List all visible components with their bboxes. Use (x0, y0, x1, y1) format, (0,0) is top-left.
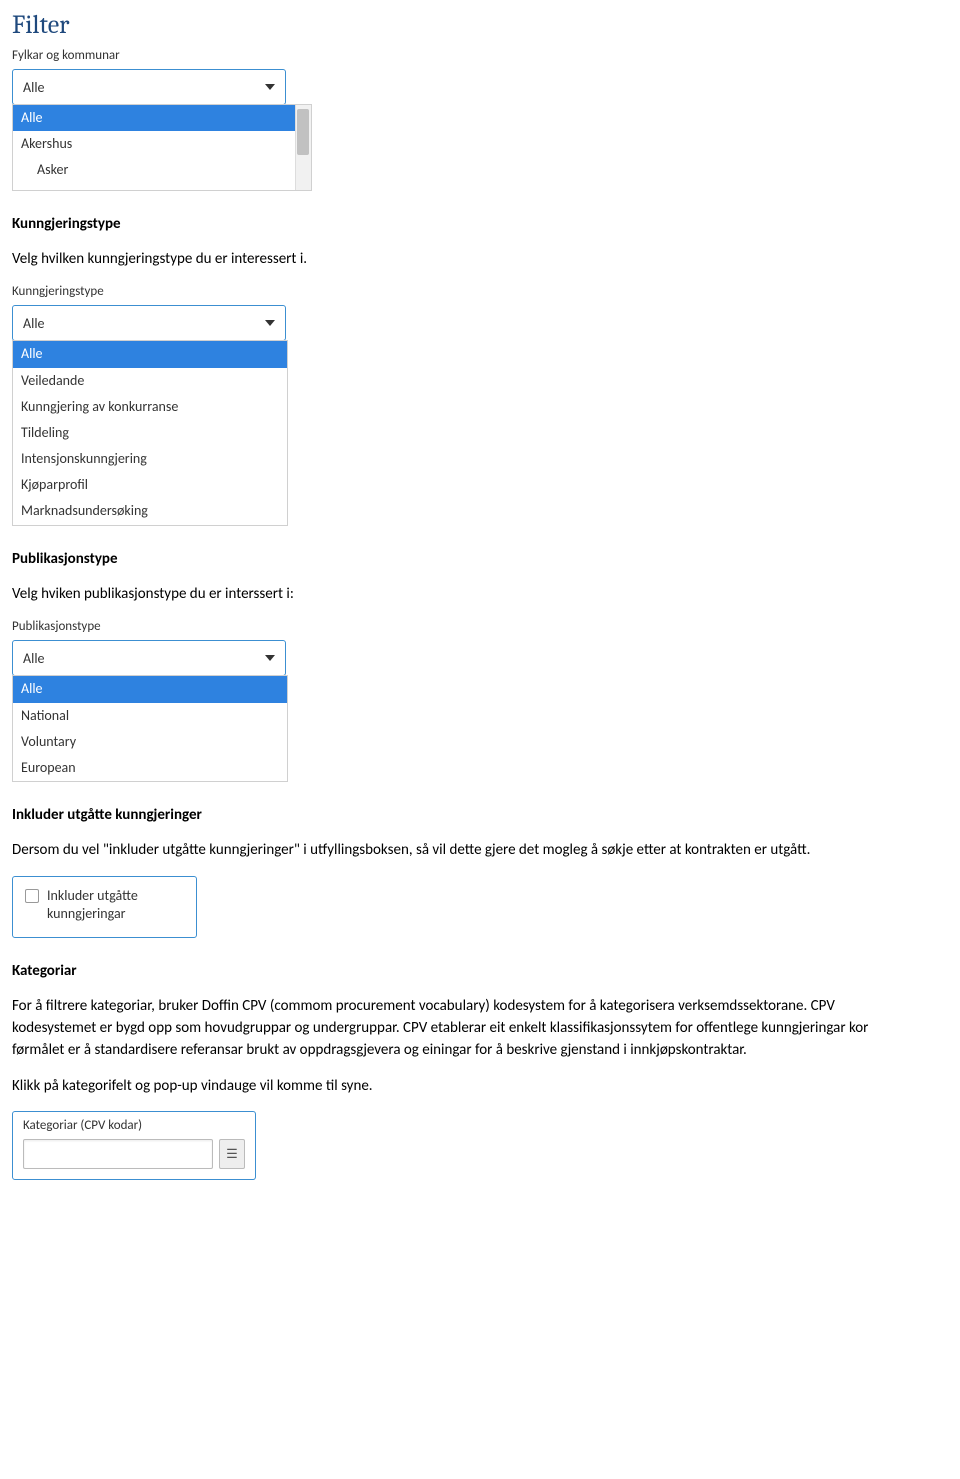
kunngjeringstype-option[interactable]: Marknadsundersøking (13, 498, 287, 524)
chevron-down-icon (265, 655, 275, 661)
filter-title: Filter (12, 10, 920, 40)
kategoriar-label: Kategoriar (CPV kodar) (23, 1118, 245, 1133)
kategoriar-p2: Klikk på kategorifelt og pop-up vindauge… (12, 1076, 920, 1098)
publikasjonstype-option[interactable]: European (13, 755, 287, 781)
scrollbar-track[interactable] (295, 105, 311, 190)
publikasjonstype-select-value: Alle (23, 650, 45, 667)
fylkar-dropdown[interactable]: Alle Akershus Asker (12, 104, 312, 191)
kunngjeringstype-option[interactable]: Tildeling (13, 420, 287, 446)
inkluder-heading: Inkluder utgåtte kunngjeringer (12, 806, 920, 824)
chevron-down-icon (265, 320, 275, 326)
kunngjeringstype-select[interactable]: Alle (12, 305, 286, 341)
fylkar-option[interactable]: Akershus (13, 131, 311, 157)
kunngjeringstype-option[interactable]: Veiledande (13, 368, 287, 394)
inkluder-intro: Dersom du vel "inkluder utgåtte kunngjer… (12, 840, 920, 862)
inkluder-checkbox-label: Inkluder utgåtte kunngjeringar (47, 887, 184, 923)
kategoriar-widget: Kategoriar (CPV kodar) ☰ (12, 1111, 256, 1180)
kategoriar-input[interactable] (23, 1139, 213, 1169)
fylkar-select[interactable]: Alle (12, 69, 286, 105)
kunngjeringstype-intro: Velg hvilken kunngjeringstype du er inte… (12, 249, 920, 271)
kunngjeringstype-label: Kunngjeringstype (12, 284, 920, 299)
publikasjonstype-intro: Velg hviken publikasjonstype du er inter… (12, 584, 920, 606)
kunngjeringstype-heading: Kunngjeringstype (12, 215, 920, 233)
kategoriar-browse-button[interactable]: ☰ (219, 1139, 245, 1169)
kunngjeringstype-option[interactable]: Kjøparprofil (13, 472, 287, 498)
kunngjeringstype-option[interactable]: Intensjonskunngjering (13, 446, 287, 472)
publikasjonstype-option[interactable]: Alle (13, 676, 287, 702)
inkluder-checkbox[interactable] (25, 889, 39, 903)
filter-fylkar-label: Fylkar og kommunar (12, 48, 920, 63)
list-icon: ☰ (226, 1147, 238, 1162)
fylkar-option[interactable]: Alle (13, 105, 311, 131)
scrollbar-thumb[interactable] (297, 109, 309, 155)
publikasjonstype-label: Publikasjonstype (12, 619, 920, 634)
publikasjonstype-select[interactable]: Alle (12, 640, 286, 676)
publikasjonstype-option[interactable]: National (13, 703, 287, 729)
publikasjonstype-dropdown[interactable]: Alle National Voluntary European (12, 675, 288, 782)
kunngjeringstype-select-value: Alle (23, 315, 45, 332)
kategoriar-heading: Kategoriar (12, 962, 920, 980)
kunngjeringstype-option[interactable]: Kunngjering av konkurranse (13, 394, 287, 420)
chevron-down-icon (265, 84, 275, 90)
fylkar-select-value: Alle (23, 79, 45, 96)
publikasjonstype-option[interactable]: Voluntary (13, 729, 287, 755)
kunngjeringstype-option[interactable]: Alle (13, 341, 287, 367)
inkluder-checkbox-container[interactable]: Inkluder utgåtte kunngjeringar (12, 876, 197, 938)
publikasjonstype-heading: Publikasjonstype (12, 550, 920, 568)
fylkar-option[interactable]: Asker (13, 157, 311, 183)
kategoriar-p1: For å filtrere kategoriar, bruker Doffin… (12, 996, 920, 1061)
kunngjeringstype-dropdown[interactable]: Alle Veiledande Kunngjering av konkurran… (12, 340, 288, 525)
